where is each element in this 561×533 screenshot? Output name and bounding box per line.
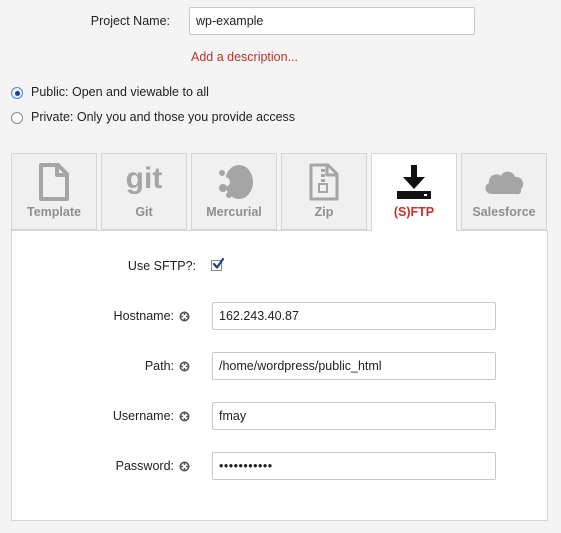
username-label: Username: xyxy=(112,409,174,423)
svg-text:git: git xyxy=(126,162,163,195)
tab-salesforce-label: Salesforce xyxy=(472,205,536,219)
download-icon xyxy=(372,162,456,202)
username-input[interactable] xyxy=(212,402,496,430)
use-sftp-label: Use SFTP?: xyxy=(127,259,196,273)
hostname-input[interactable] xyxy=(212,302,496,330)
public-radio-label[interactable]: Public: Open and viewable to all xyxy=(31,85,209,99)
hostname-label: Hostname: xyxy=(113,309,174,323)
password-help-icon[interactable] xyxy=(179,461,190,472)
password-input[interactable] xyxy=(212,452,496,480)
hostname-help-icon[interactable] xyxy=(179,311,190,322)
project-name-label: Project Name: xyxy=(90,14,170,28)
use-sftp-checkbox[interactable] xyxy=(211,257,225,271)
private-radio[interactable] xyxy=(11,112,23,124)
tab-zip[interactable]: Zip xyxy=(281,153,367,230)
cloud-icon xyxy=(462,162,546,202)
tab-mercurial[interactable]: Mercurial xyxy=(191,153,277,230)
username-help-icon[interactable] xyxy=(179,411,190,422)
git-icon: git xyxy=(102,162,186,202)
tab-template[interactable]: Template xyxy=(11,153,97,230)
add-description-link[interactable]: Add a description... xyxy=(191,50,298,64)
tab-template-label: Template xyxy=(27,205,81,219)
document-icon xyxy=(12,162,96,202)
tab-zip-label: Zip xyxy=(314,205,334,219)
path-label: Path: xyxy=(144,359,174,373)
tab-salesforce[interactable]: Salesforce xyxy=(461,153,547,230)
tab-git-label: Git xyxy=(135,205,153,219)
public-radio[interactable] xyxy=(11,87,23,99)
private-radio-label[interactable]: Private: Only you and those you provide … xyxy=(31,110,295,124)
project-name-input[interactable] xyxy=(189,7,475,35)
password-label: Password: xyxy=(115,459,174,473)
tab-git[interactable]: git Git xyxy=(101,153,187,230)
tab-mercurial-label: Mercurial xyxy=(206,205,262,219)
zip-file-icon xyxy=(282,162,366,202)
path-input[interactable] xyxy=(212,352,496,380)
tab-sftp-label: (S)FTP xyxy=(393,205,435,219)
mercurial-icon xyxy=(192,162,276,202)
path-help-icon[interactable] xyxy=(179,361,190,372)
tab-sftp[interactable]: (S)FTP xyxy=(371,153,457,231)
